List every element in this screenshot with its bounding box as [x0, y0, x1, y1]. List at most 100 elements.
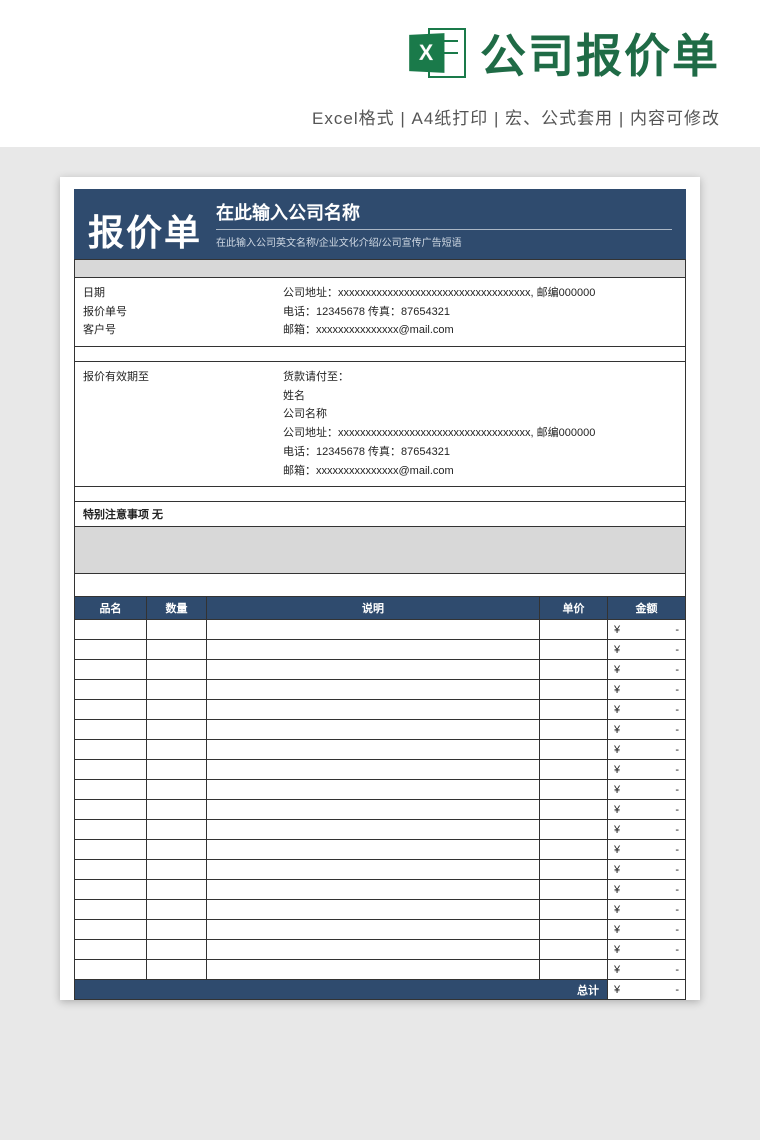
table-cell [540, 760, 608, 780]
company-email: 邮箱：xxxxxxxxxxxxxxx@mail.com [283, 321, 677, 340]
table-row: ¥- [75, 960, 686, 980]
col-price: 单价 [540, 597, 608, 620]
table-cell: ¥- [608, 720, 686, 740]
table-cell [540, 940, 608, 960]
page-title: 公司报价单 [480, 20, 720, 86]
table-cell [540, 960, 608, 980]
table-cell [75, 960, 147, 980]
table-row: ¥- [75, 840, 686, 860]
table-cell [540, 880, 608, 900]
table-cell [207, 640, 540, 660]
table-cell [540, 820, 608, 840]
table-row: ¥- [75, 760, 686, 780]
table-row: ¥- [75, 920, 686, 940]
table-cell: ¥- [608, 680, 686, 700]
table-cell [147, 800, 207, 820]
table-cell [207, 800, 540, 820]
table-row: ¥- [75, 780, 686, 800]
table-cell [147, 860, 207, 880]
info-block-top: 日期 报价单号 客户号 公司地址：xxxxxxxxxxxxxxxxxxxxxxx… [74, 277, 686, 347]
table-cell [147, 740, 207, 760]
table-cell [540, 740, 608, 760]
table-cell [207, 660, 540, 680]
table-cell [147, 620, 207, 640]
table-row: ¥- [75, 860, 686, 880]
table-cell [207, 920, 540, 940]
table-cell [147, 960, 207, 980]
table-cell [540, 920, 608, 940]
table-cell: ¥- [608, 940, 686, 960]
table-cell [75, 920, 147, 940]
payee-name: 姓名 [283, 387, 677, 406]
table-cell [75, 800, 147, 820]
col-amount: 金额 [608, 597, 686, 620]
table-cell: ¥- [608, 740, 686, 760]
table-cell [147, 640, 207, 660]
table-cell [207, 740, 540, 760]
table-cell [75, 680, 147, 700]
payee-address: 公司地址：xxxxxxxxxxxxxxxxxxxxxxxxxxxxxxxxxxx… [283, 424, 677, 443]
table-cell: ¥- [608, 660, 686, 680]
table-cell: ¥- [608, 760, 686, 780]
table-cell [147, 840, 207, 860]
company-subline: 在此输入公司英文名称/企业文化介绍/公司宣传广告短语 [216, 234, 672, 249]
table-cell [75, 660, 147, 680]
payee-company: 公司名称 [283, 405, 677, 424]
table-cell [207, 860, 540, 880]
table-cell [207, 760, 540, 780]
table-cell [147, 680, 207, 700]
col-name: 品名 [75, 597, 147, 620]
table-row: ¥- [75, 880, 686, 900]
table-cell [207, 960, 540, 980]
table-cell [207, 880, 540, 900]
table-row: ¥- [75, 700, 686, 720]
table-cell: ¥- [608, 900, 686, 920]
table-row: ¥- [75, 680, 686, 700]
table-cell: ¥- [608, 800, 686, 820]
table-cell [147, 700, 207, 720]
col-qty: 数量 [147, 597, 207, 620]
table-cell [147, 820, 207, 840]
table-cell [75, 820, 147, 840]
table-cell [75, 620, 147, 640]
table-cell [540, 720, 608, 740]
table-cell: ¥- [608, 620, 686, 640]
table-cell [540, 680, 608, 700]
table-row: ¥- [75, 820, 686, 840]
table-cell [540, 800, 608, 820]
table-cell [147, 780, 207, 800]
table-cell [207, 900, 540, 920]
table-cell: ¥- [608, 640, 686, 660]
table-cell [147, 720, 207, 740]
table-cell [540, 780, 608, 800]
table-cell [540, 660, 608, 680]
table-cell [147, 660, 207, 680]
table-cell: ¥- [608, 960, 686, 980]
table-cell [540, 840, 608, 860]
page-subtitle: Excel格式 | A4纸打印 | 宏、公式套用 | 内容可修改 [0, 104, 760, 129]
table-cell: ¥- [608, 880, 686, 900]
table-cell [207, 820, 540, 840]
table-cell [147, 880, 207, 900]
valid-until-label: 报价有效期至 [83, 368, 267, 387]
total-row: 总计 ¥ - [75, 980, 686, 1000]
table-row: ¥- [75, 740, 686, 760]
table-cell: ¥- [608, 820, 686, 840]
table-cell [147, 940, 207, 960]
table-row: ¥- [75, 940, 686, 960]
spacer [74, 487, 686, 501]
table-cell [147, 920, 207, 940]
table-cell [207, 840, 540, 860]
table-cell [75, 940, 147, 960]
doc-banner-title: 报价单 [88, 215, 202, 251]
table-cell: ¥- [608, 860, 686, 880]
table-cell [147, 900, 207, 920]
document-preview: 报价单 在此输入公司名称 在此输入公司英文名称/企业文化介绍/公司宣传广告短语 … [60, 177, 700, 1000]
table-row: ¥- [75, 660, 686, 680]
table-cell [75, 740, 147, 760]
spacer [74, 574, 686, 596]
table-cell: ¥- [608, 920, 686, 940]
table-cell [75, 840, 147, 860]
table-cell: ¥- [608, 780, 686, 800]
table-cell [75, 640, 147, 660]
